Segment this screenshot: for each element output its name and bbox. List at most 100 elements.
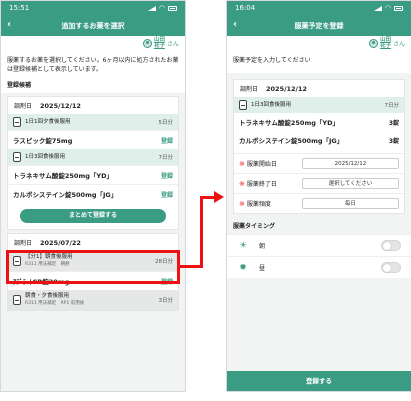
frequency-label: 服薬頻度: [246, 201, 271, 208]
frequency-select[interactable]: 毎日: [301, 198, 399, 209]
medicine-icon: [13, 152, 21, 162]
user-row[interactable]: 山田 花子 さん: [1, 36, 185, 50]
start-date-field[interactable]: 2025/12/12: [301, 158, 399, 169]
drug-name: トラネキサム酸錠250mg「YD」: [13, 172, 113, 180]
description: 服薬予定を入力してください: [227, 50, 411, 73]
candidates-label: 登録候補: [1, 76, 185, 93]
battery-icon: [168, 5, 177, 11]
date-label: 調剤日: [14, 240, 33, 247]
date-label: 調剤日: [14, 103, 33, 110]
status-bar: 15:51 ◠: [1, 1, 185, 15]
signal-icon: [373, 5, 382, 11]
days-supply: 5日分: [158, 120, 174, 126]
callout-line: [180, 265, 202, 268]
description: 服薬するお薬を選択してください。6ヶ月以内に処方されたお薬は登録候補として表示し…: [1, 50, 185, 76]
required-icon: ※: [239, 199, 245, 208]
dispense-date: 2025/12/12: [266, 84, 307, 93]
timing-morning-row: ☀ 朝: [227, 234, 411, 256]
avatar: [142, 38, 152, 48]
prescription-card: 調剤日 2025/12/12 1日1回夕食後服用 5日分 ラスピック錠75mg …: [7, 96, 179, 230]
drug-name: カルボシステイン錠500mg「JG」: [13, 191, 118, 199]
status-time: 16:04: [235, 4, 256, 12]
date-label: 調剤日: [240, 86, 259, 93]
drug-quantity: 3錠: [388, 119, 399, 127]
drug-name: ラスピック錠75mg: [13, 137, 73, 145]
page-title: 追加するお薬を選択: [61, 21, 125, 30]
timing-row: 朝食・夕食後服用 R311 用法補足 RP1 前用後 3日分: [8, 290, 178, 310]
end-date-label: 服薬終了日: [246, 181, 277, 188]
timing-section-title: 服薬タイミング: [227, 217, 411, 234]
timing-label: 朝: [259, 243, 266, 250]
highlight-box: [6, 250, 180, 284]
wifi-icon: ◠: [158, 3, 165, 12]
morning-toggle[interactable]: [381, 240, 401, 251]
register-link[interactable]: 登録: [161, 190, 173, 199]
avatar: [368, 38, 378, 48]
medicine-icon: [239, 100, 247, 110]
timing-row: 1日3回食後服用 7日分: [234, 97, 404, 113]
dispense-date-row: 調剤日 2025/12/12: [8, 97, 178, 114]
medicine-icon: [13, 295, 21, 305]
user-name: 山田 花子: [379, 37, 391, 49]
user-suffix: さん: [392, 40, 405, 48]
status-bar: 16:04 ◠: [227, 1, 411, 15]
required-icon: ※: [239, 179, 245, 188]
medicine-icon: [13, 117, 21, 127]
wifi-icon: ◠: [384, 3, 391, 12]
nav-bar: ‹ 服薬予定を登録: [227, 15, 411, 36]
drug-quantity: 3錠: [388, 137, 399, 145]
callout-line: [200, 196, 203, 268]
drug-name: カルボシステイン錠500mg「JG」: [239, 137, 344, 145]
left-screen: 15:51 ◠ ‹ 追加するお薬を選択 山田 花子 さん 服薬するお薬を選択して…: [0, 0, 186, 392]
drug-row: トラネキサム酸錠250mg「YD」 登録: [8, 165, 178, 184]
status-icons: ◠: [147, 3, 177, 12]
dispense-date: 2025/07/22: [40, 238, 81, 247]
timing-noon-row: ✹ 昼: [227, 256, 411, 278]
battery-icon: [394, 5, 403, 11]
user-suffix: さん: [166, 40, 179, 48]
right-screen: 16:04 ◠ ‹ 服薬予定を登録 山田 花子 さん 服薬予定を入力してください…: [226, 0, 411, 392]
timing-label: 1日1回夕食後服用: [25, 118, 71, 125]
dispense-date: 2025/12/12: [40, 101, 81, 110]
start-date-label: 服薬開始日: [246, 161, 277, 168]
end-date-row: ※ 服薬終了日 選択してください: [234, 173, 404, 193]
days-supply: 3日分: [158, 298, 174, 304]
back-chevron-icon[interactable]: ‹: [233, 19, 237, 31]
page-title: 服薬予定を登録: [294, 21, 344, 30]
register-link[interactable]: 登録: [161, 136, 173, 145]
days-supply: 7日分: [384, 103, 400, 109]
days-supply: 7日分: [158, 155, 174, 161]
user-name: 山田 花子: [153, 37, 165, 49]
drug-row: ラスピック錠75mg 登録: [8, 130, 178, 149]
timing-label: 朝食・夕食後服用 R311 用法補足 RP1 前用後: [25, 293, 85, 306]
back-chevron-icon[interactable]: ‹: [7, 19, 11, 31]
frequency-row: ※ 服薬頻度 毎日: [234, 193, 404, 213]
register-link[interactable]: 登録: [161, 171, 173, 180]
status-icons: ◠: [373, 3, 403, 12]
prescription-card: 調剤日 2025/12/12 1日3回食後服用 7日分 トラネキサム酸錠250m…: [233, 79, 405, 214]
sun-icon: ✹: [239, 262, 247, 273]
timing-row: 1日3回食後服用 7日分: [8, 149, 178, 165]
status-time: 15:51: [9, 4, 30, 12]
dispense-date-row: 調剤日 2025/07/22: [8, 234, 178, 251]
drug-row: カルボシステイン錠500mg「JG」 登録: [8, 184, 178, 203]
signal-icon: [147, 5, 156, 11]
dispense-date-row: 調剤日 2025/12/12: [234, 80, 404, 97]
timing-label: 昼: [259, 265, 266, 272]
user-row[interactable]: 山田 花子 さん: [227, 36, 411, 50]
timing-label: 1日3回食後服用: [25, 153, 65, 160]
drug-row: トラネキサム酸錠250mg「YD」 3錠: [234, 113, 404, 131]
timing-row: 1日1回夕食後服用 5日分: [8, 114, 178, 130]
timing-label: 1日3回食後服用: [251, 101, 291, 108]
drug-row: カルボシステイン錠500mg「JG」 3錠: [234, 131, 404, 153]
start-date-row: ※ 服薬開始日 2025/12/12: [234, 153, 404, 173]
callout-arrow-icon: [214, 191, 224, 203]
bulk-register-button[interactable]: まとめて登録する: [20, 209, 166, 223]
noon-toggle[interactable]: [381, 262, 401, 273]
drug-name: トラネキサム酸錠250mg「YD」: [239, 119, 339, 127]
required-icon: ※: [239, 159, 245, 168]
nav-bar: ‹ 追加するお薬を選択: [1, 15, 185, 36]
register-button[interactable]: 登録する: [227, 371, 411, 391]
sunrise-icon: ☀: [238, 240, 248, 251]
end-date-field[interactable]: 選択してください: [301, 178, 399, 189]
